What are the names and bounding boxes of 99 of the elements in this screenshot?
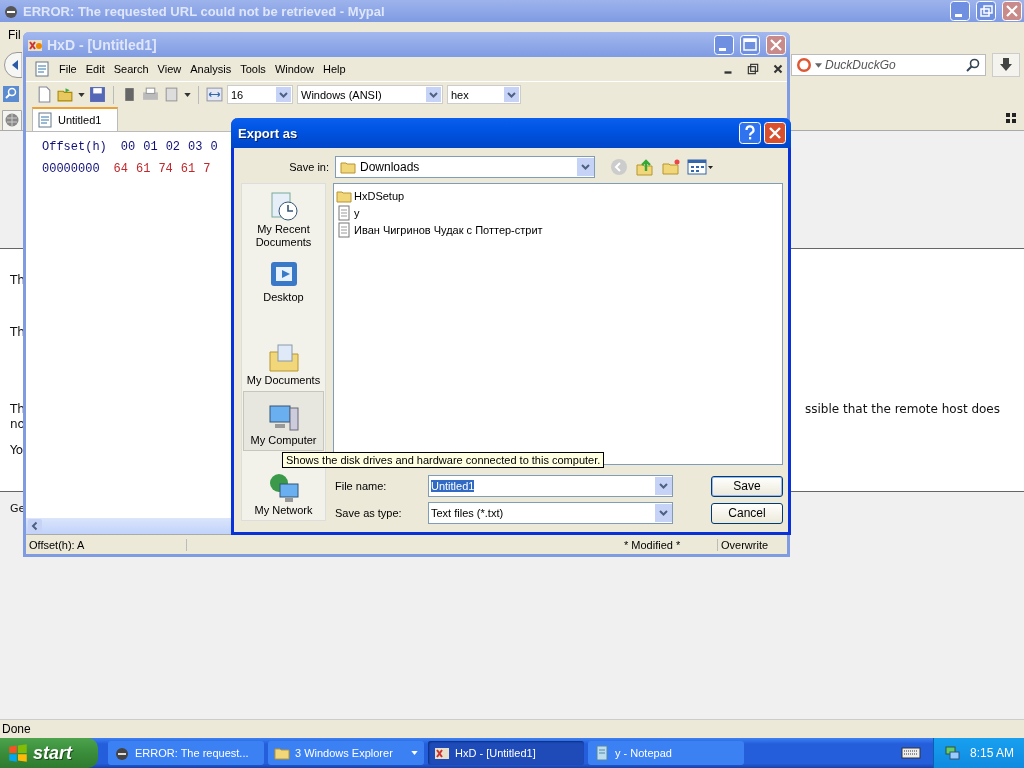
bytes-per-row-dropdown[interactable]: 16	[227, 85, 293, 104]
places-item[interactable]: My Network	[243, 469, 324, 520]
status-text: * Modified *	[621, 538, 718, 551]
documents-folder-icon	[267, 342, 300, 374]
save-button[interactable]: Save	[711, 475, 783, 497]
document-icon	[34, 61, 50, 77]
page-text: ssible that the remote host does	[805, 402, 1000, 417]
byte-cell-text: 61	[136, 162, 151, 178]
chevron-down-icon[interactable]	[504, 87, 519, 102]
keyboard-icon[interactable]	[901, 746, 921, 760]
scroll-left-icon[interactable]	[28, 519, 42, 533]
save-as-type-dropdown[interactable]: Text files (*.txt)	[428, 502, 673, 524]
column-header: 00	[120, 140, 136, 156]
places-item[interactable]: My Recent Documents	[243, 187, 324, 255]
list-entry[interactable]: Иван Чигринов Чудак с Поттер-стрит	[336, 221, 543, 238]
windows-flag-icon	[8, 743, 28, 763]
maximize-button[interactable]	[740, 34, 760, 55]
byte-cell-text: 7	[203, 162, 211, 178]
tooltip: Shows the disk drives and hardware connected to this computer.	[282, 452, 605, 468]
notepad-icon	[594, 745, 610, 761]
dialog-title: Export as	[238, 125, 298, 141]
printer-icon[interactable]	[142, 86, 159, 103]
menu-item[interactable]: Edit	[85, 63, 105, 75]
document-tab[interactable]: Untitled1	[32, 107, 119, 131]
menu-item[interactable]: File	[59, 63, 77, 75]
file-name-label: File name:	[334, 480, 388, 492]
menu-item[interactable]: Window	[274, 63, 314, 75]
text-document-icon	[336, 204, 352, 221]
column-header: 0	[210, 140, 218, 156]
status-text: Offset(h): A	[26, 538, 187, 551]
back-button[interactable]	[4, 52, 22, 78]
taskbar-button[interactable]: y - Notepad	[588, 741, 744, 765]
column-header: 01	[143, 140, 158, 156]
menu-item[interactable]: Help	[323, 63, 346, 75]
search-input[interactable]: DuckDuckGo	[825, 58, 962, 72]
start-button[interactable]: start	[0, 738, 98, 768]
search-icon[interactable]	[965, 57, 981, 73]
close-button[interactable]	[771, 62, 785, 76]
save-icon[interactable]	[89, 86, 106, 103]
view-menu-icon[interactable]	[687, 157, 715, 177]
menu-item[interactable]: Search	[113, 63, 149, 75]
list-entry[interactable]: HxDSetup	[336, 187, 405, 204]
offset-cell-text: 00000000	[42, 162, 100, 178]
network-globe-icon	[267, 472, 300, 504]
menu-item[interactable]: View	[157, 63, 182, 75]
restore-button[interactable]	[746, 62, 760, 76]
chevron-down-icon[interactable]	[276, 87, 291, 102]
number-base-dropdown[interactable]: hex	[447, 85, 521, 104]
column-header: 02	[165, 140, 181, 156]
app-icon	[434, 745, 450, 761]
chevron-down-icon[interactable]	[426, 87, 441, 102]
caret-icon[interactable]	[78, 92, 85, 97]
status-text: Overwrite	[720, 538, 770, 551]
places-item[interactable]: Desktop	[243, 255, 324, 313]
menu-item[interactable]: Fil	[8, 28, 21, 42]
up-folder-icon[interactable]	[635, 157, 655, 177]
new-folder-icon[interactable]	[661, 157, 681, 177]
folder-icon	[274, 745, 290, 761]
taskbar-button[interactable]: 3 Windows Explorer	[268, 741, 424, 765]
menu-item[interactable]: Analysis	[190, 63, 232, 75]
computer-icon	[267, 402, 300, 434]
cancel-button[interactable]: Cancel	[711, 502, 783, 524]
status-text: Done	[2, 722, 31, 736]
column-header: 03	[188, 140, 203, 156]
window-title: ERROR: The requested URL could not be retrieved - Mypal	[23, 3, 385, 19]
document-icon	[37, 112, 53, 128]
grid-icon[interactable]	[1006, 112, 1016, 123]
globe-tab[interactable]	[2, 110, 22, 130]
chevron-down-icon[interactable]	[655, 477, 672, 495]
caret-icon[interactable]	[815, 62, 822, 68]
places-item[interactable]: My Documents	[243, 313, 324, 391]
list-entry[interactable]: y	[336, 204, 360, 221]
text-document-icon	[336, 221, 352, 238]
charset-dropdown[interactable]: Windows (ANSI)	[297, 85, 443, 104]
file-name-field[interactable]: Untitled1	[428, 475, 673, 497]
byte-cell-text: 74	[158, 162, 173, 178]
width-icon[interactable]	[206, 86, 223, 103]
caret-icon[interactable]	[184, 92, 191, 97]
search-bar[interactable]: DuckDuckGo	[791, 54, 986, 76]
new-file-icon[interactable]	[36, 86, 53, 103]
menu-item[interactable]: Tools	[240, 63, 266, 75]
help-button[interactable]	[739, 122, 761, 144]
download-button[interactable]	[992, 53, 1020, 77]
save-in-label: Save in:	[288, 161, 329, 173]
places-item[interactable]: My Computer	[243, 391, 324, 451]
chevron-down-icon[interactable]	[655, 504, 672, 522]
save-in-dropdown[interactable]: Downloads	[335, 156, 595, 178]
byte-cell-text: 61	[180, 162, 196, 178]
page-text: Yo	[10, 443, 24, 458]
clock: 8:15 AM	[970, 746, 1015, 760]
column-header: Offset(h)	[42, 140, 107, 156]
network-icon[interactable]	[944, 745, 960, 761]
taskbar-button[interactable]: ERROR: The request...	[108, 741, 264, 765]
byte-cell-text: 64	[113, 162, 128, 178]
window-title: HxD - [Untitled1]	[47, 36, 157, 53]
chevron-down-icon[interactable]	[577, 158, 594, 176]
folder-icon	[340, 159, 356, 175]
save-as-type-label: Save as type:	[334, 507, 403, 519]
taskbar-button[interactable]: HxD - [Untitled1]	[428, 741, 584, 765]
